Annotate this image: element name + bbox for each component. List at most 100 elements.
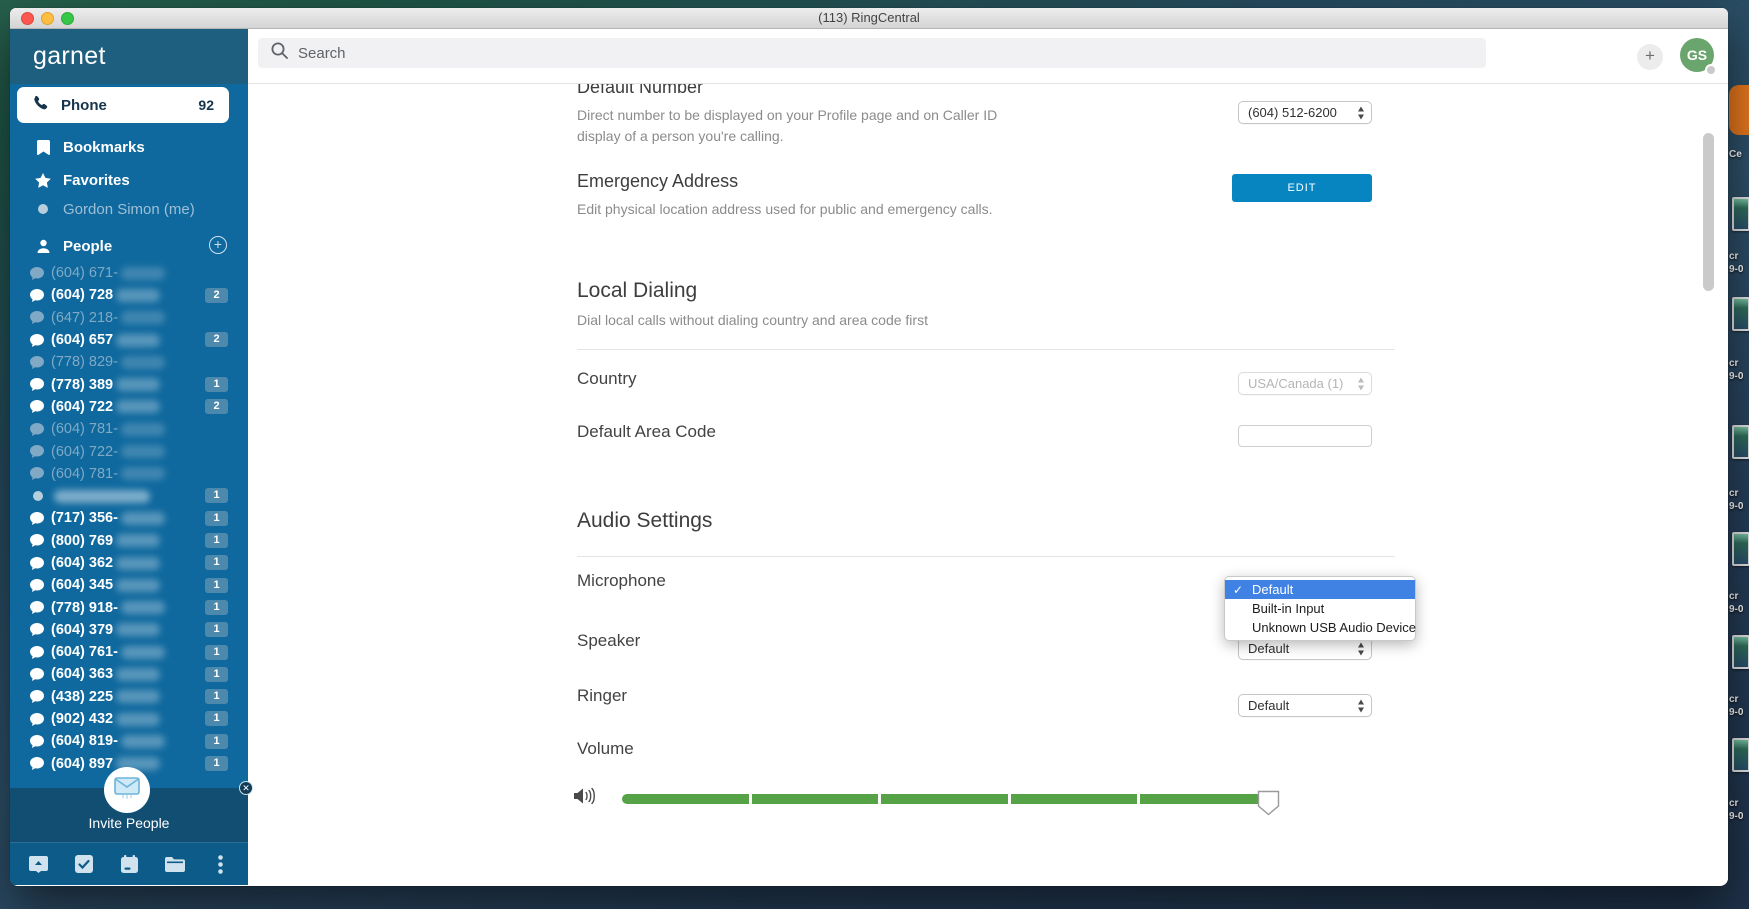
chat-bubble-icon [30,356,45,369]
contact-number: (438) 225 [51,689,113,705]
redacted-text [116,557,160,570]
volume-segment[interactable] [881,794,1008,804]
sidebar-item-favorites[interactable]: Favorites [10,168,248,192]
contact-list-item[interactable]: (438) 225 1 [10,686,248,708]
sidebar-item-me[interactable]: Gordon Simon (me) [10,197,248,221]
country-select[interactable]: USA/Canada (1) [1238,372,1372,395]
close-icon[interactable]: ✕ [239,781,253,795]
search-bar[interactable] [258,38,1486,68]
local-dialing-title: Local Dialing [577,279,697,303]
desktop-screenshot-thumbnail [1732,297,1749,331]
settings-panel: Default Number Direct number to be displ… [248,29,1728,885]
contact-list-item[interactable]: (604) 819- 1 [10,730,248,752]
contact-list-item[interactable]: (604) 728 2 [10,284,248,306]
volume-slider-thumb[interactable] [1257,790,1280,821]
vertical-scrollbar[interactable] [1703,133,1714,291]
sidebar-item-bookmarks[interactable]: Bookmarks [10,135,248,159]
contact-number: (778) 389 [51,377,113,393]
default-number-description: Direct number to be displayed on your Pr… [577,105,1022,147]
contact-number: (604) 671- [51,265,118,281]
chat-bubble-icon [30,445,45,458]
contact-list-item[interactable]: (778) 918- 1 [10,596,248,618]
sidebar: garnet Phone 92 Bookmarks Favorites [10,29,248,885]
chat-bubble-icon [30,467,45,480]
contact-number: (604) 722- [51,444,118,460]
default-area-code-input[interactable] [1238,425,1372,447]
volume-label: Volume [577,739,634,759]
star-icon [35,173,51,188]
contact-list-item[interactable]: (902) 432 1 [10,708,248,730]
person-icon [35,239,51,254]
contact-list-item[interactable]: (604) 761- 1 [10,641,248,663]
redacted-text [121,267,165,280]
contact-list-item[interactable]: (604) 781- [10,418,248,440]
close-window-button[interactable] [21,12,34,25]
contact-list-item[interactable]: (604) 345 1 [10,574,248,596]
contact-list-item[interactable]: (604) 781- [10,463,248,485]
contact-list-item[interactable]: (604) 379 1 [10,619,248,641]
desktop-screenshot-thumbnail [1732,425,1749,459]
sidebar-header: garnet [10,29,248,84]
ringer-select[interactable]: Default [1238,694,1372,717]
sidebar-item-people[interactable]: People + [10,234,248,258]
contact-list-item[interactable]: (800) 769 1 [10,530,248,552]
redacted-text [116,579,160,592]
contact-list-item[interactable]: (604) 722 2 [10,396,248,418]
search-input[interactable] [298,45,1398,62]
more-options-icon[interactable] [208,852,232,876]
contact-list-item[interactable]: (604) 671- [10,262,248,284]
zoom-window-button[interactable] [61,12,74,25]
calendar-icon[interactable] [117,852,141,876]
chat-bubble-icon [30,601,45,614]
presence-dot-icon [38,204,48,214]
sidebar-item-phone[interactable]: Phone 92 [17,87,229,123]
volume-segment[interactable] [1011,794,1138,804]
unread-badge: 2 [205,332,228,347]
volume-slider[interactable] [622,794,1270,804]
contact-list-item[interactable]: (647) 218- [10,307,248,329]
contact-list-item[interactable]: (778) 389 1 [10,373,248,395]
unread-badge: 1 [205,711,228,726]
files-folder-icon[interactable] [163,852,187,876]
chat-bubble-icon [30,735,45,748]
contact-list-item[interactable]: (604) 363 1 [10,663,248,685]
new-actions-button[interactable]: + [1637,44,1663,70]
add-contact-icon[interactable]: + [209,236,227,254]
contact-list-item[interactable]: (604) 657 2 [10,329,248,351]
redacted-text [116,400,160,413]
menu-option[interactable]: Unknown USB Audio Device [1225,618,1415,637]
avatar-presence-dot [1705,64,1717,76]
invite-people-button[interactable] [104,767,150,813]
desktop-screenshot-thumbnail [1732,532,1749,566]
edit-emergency-address-button[interactable]: EDIT [1232,174,1372,202]
contact-list-item[interactable]: (604) 362 1 [10,552,248,574]
screenshare-icon[interactable] [26,852,50,876]
desktop-icon-label: cr9-0 [1729,693,1743,719]
settings-content: Default Number Direct number to be displ… [248,29,1728,885]
minimize-window-button[interactable] [41,12,54,25]
sidebar-item-favorites-label: Favorites [63,172,130,189]
contact-number: (778) 918- [51,600,118,616]
volume-segment[interactable] [1140,794,1267,804]
unread-badge: 1 [205,689,228,704]
contact-list-item[interactable]: (604) 722- [10,440,248,462]
window-titlebar[interactable]: (113) RingCentral [10,8,1728,29]
contact-number: (647) 218- [51,310,118,326]
redacted-text [116,713,160,726]
redacted-text [116,289,160,302]
contact-list-item[interactable]: (717) 356- 1 [10,507,248,529]
volume-segment[interactable] [622,794,749,804]
menu-option[interactable]: Built-in Input [1225,599,1415,618]
default-number-select[interactable]: (604) 512-6200 [1238,101,1372,124]
microphone-label: Microphone [577,571,666,591]
volume-segment[interactable] [752,794,879,804]
desktop-icon-label: cr9-0 [1729,487,1743,513]
contact-list-item[interactable]: 1 [10,485,248,507]
contact-number: (604) 781- [51,466,118,482]
presence-dot-icon [33,491,43,501]
menu-option[interactable]: ✓ Default [1225,580,1415,599]
contact-list-item[interactable]: (778) 829- [10,351,248,373]
tasks-icon[interactable] [72,852,96,876]
unread-badge: 2 [205,288,228,303]
country-label: Country [577,369,637,389]
